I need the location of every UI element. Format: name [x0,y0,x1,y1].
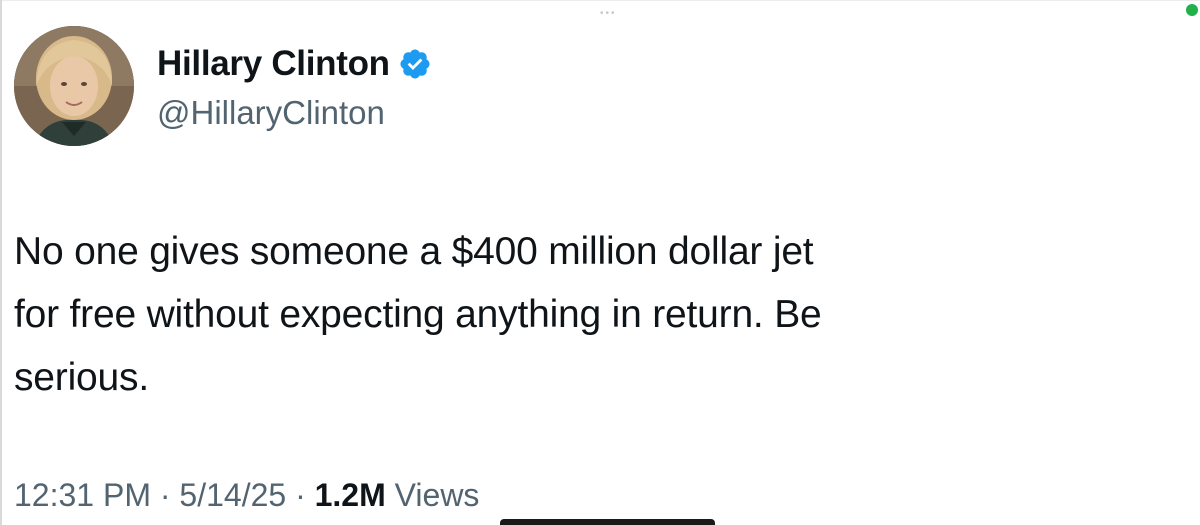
views-label: Views [394,477,480,513]
window-handle-dots: ••• [600,8,617,19]
profile-photo-icon [14,26,134,146]
window-left-border [0,0,2,525]
meta-separator: · [286,477,315,513]
author-name-row: Hillary Clinton [157,44,432,84]
home-indicator-bar [500,519,715,525]
avatar[interactable] [14,26,134,146]
window-top-border [0,0,1200,1]
views-count[interactable]: 1.2M [315,477,386,513]
meta-separator: · [150,477,180,513]
tweet-time[interactable]: 12:31 PM [14,477,151,513]
tweet-text: No one gives someone a $400 million doll… [14,220,1164,409]
status-dot-indicator [1186,4,1198,16]
tweet-text-line: serious. [14,356,149,399]
author-handle[interactable]: @HillaryClinton [157,94,385,132]
tweet-date[interactable]: 5/14/25 [179,477,286,513]
verified-badge-icon [398,47,432,81]
author-display-name[interactable]: Hillary Clinton [157,44,390,84]
tweet-meta: 12:31 PM · 5/14/25 · 1.2M Views [14,477,479,514]
tweet-text-line: No one gives someone a $400 million doll… [14,230,814,273]
tweet-text-line: for free without expecting anything in r… [14,293,822,336]
